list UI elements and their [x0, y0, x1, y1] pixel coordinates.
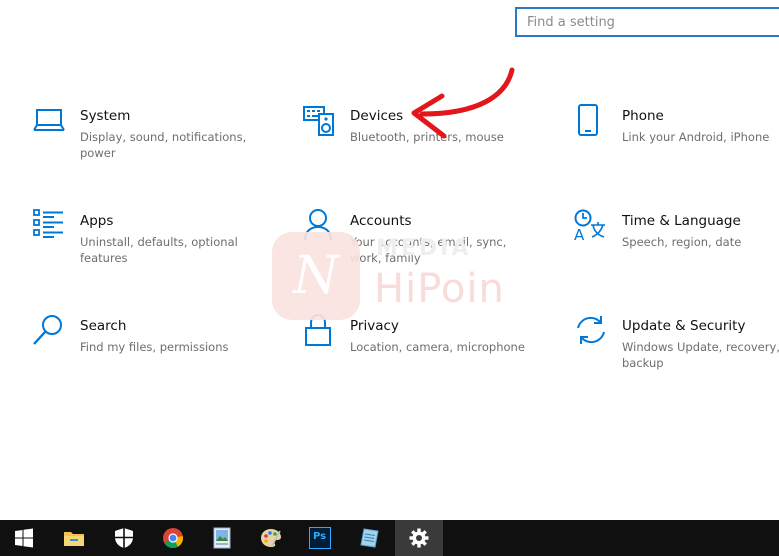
tile-description: Bluetooth, printers, mouse [350, 130, 504, 144]
taskbar-file-explorer[interactable] [50, 520, 98, 556]
tile-title: Time & Language [622, 213, 741, 229]
chrome-icon [161, 526, 185, 550]
photoshop-label: Ps [312, 531, 327, 542]
svg-text:A: A [574, 226, 585, 243]
find-setting-search[interactable] [515, 7, 779, 37]
tile-description: Find my files, permissions [80, 340, 229, 354]
taskbar-notepad[interactable] [346, 520, 394, 556]
search-input[interactable] [517, 9, 777, 35]
tile-title: Search [80, 318, 127, 334]
keyboard-speaker-icon [302, 104, 336, 138]
file-explorer-icon [62, 526, 86, 550]
magnifier-icon [32, 314, 66, 348]
tile-description: Speech, region, date [622, 235, 742, 249]
tile-search[interactable]: Search Find my files, permissions [32, 314, 252, 384]
tile-devices[interactable]: Devices Bluetooth, printers, mouse [302, 104, 522, 174]
tile-description: Location, camera, microphone [350, 340, 525, 354]
taskbar: Ps [0, 520, 779, 556]
tile-title: System [80, 108, 131, 124]
photoshop-icon: Ps [309, 527, 331, 549]
tile-title: Accounts [350, 213, 412, 229]
tile-title: Apps [80, 213, 114, 229]
sync-arrows-icon [574, 314, 608, 348]
apps-list-icon [32, 209, 66, 243]
tile-description: Windows Update, recovery, backup [622, 340, 779, 370]
tile-description: Display, sound, notifications, power [80, 130, 247, 160]
notepad-icon [358, 526, 382, 550]
tile-accounts[interactable]: Accounts Your accounts, email, sync, wor… [302, 209, 522, 279]
start-button[interactable] [0, 520, 48, 556]
tile-title: Update & Security [622, 318, 746, 334]
windows-start-icon [12, 526, 36, 550]
tile-title: Privacy [350, 318, 399, 334]
tile-privacy[interactable]: Privacy Location, camera, microphone [302, 314, 525, 384]
tile-description: Your accounts, email, sync, work, family [350, 235, 507, 265]
tile-description: Uninstall, defaults, optional features [80, 235, 238, 265]
tile-time-language[interactable]: A Time & Language Speech, region, date [574, 209, 779, 279]
windows-security-icon [112, 526, 136, 550]
image-viewer-icon [210, 526, 234, 550]
taskbar-image-viewer[interactable] [198, 520, 246, 556]
tile-title: Phone [622, 108, 664, 124]
time-language-icon: A [574, 209, 608, 243]
lock-icon [302, 314, 336, 348]
tile-title: Devices [350, 108, 404, 124]
laptop-icon [32, 104, 66, 138]
tile-system[interactable]: System Display, sound, notifications, po… [32, 104, 252, 174]
taskbar-settings[interactable] [395, 520, 443, 556]
paint-palette-icon [259, 526, 283, 550]
taskbar-chrome[interactable] [149, 520, 197, 556]
phone-icon [574, 104, 608, 138]
tile-description: Link your Android, iPhone [622, 130, 770, 144]
person-icon [302, 209, 336, 243]
tile-update-security[interactable]: Update & Security Windows Update, recove… [574, 314, 779, 384]
tile-apps[interactable]: Apps Uninstall, defaults, optional featu… [32, 209, 252, 279]
settings-gear-icon [407, 526, 431, 550]
taskbar-windows-security[interactable] [100, 520, 148, 556]
taskbar-paint[interactable] [247, 520, 295, 556]
tile-phone[interactable]: Phone Link your Android, iPhone [574, 104, 779, 174]
taskbar-photoshop[interactable]: Ps [296, 520, 344, 556]
